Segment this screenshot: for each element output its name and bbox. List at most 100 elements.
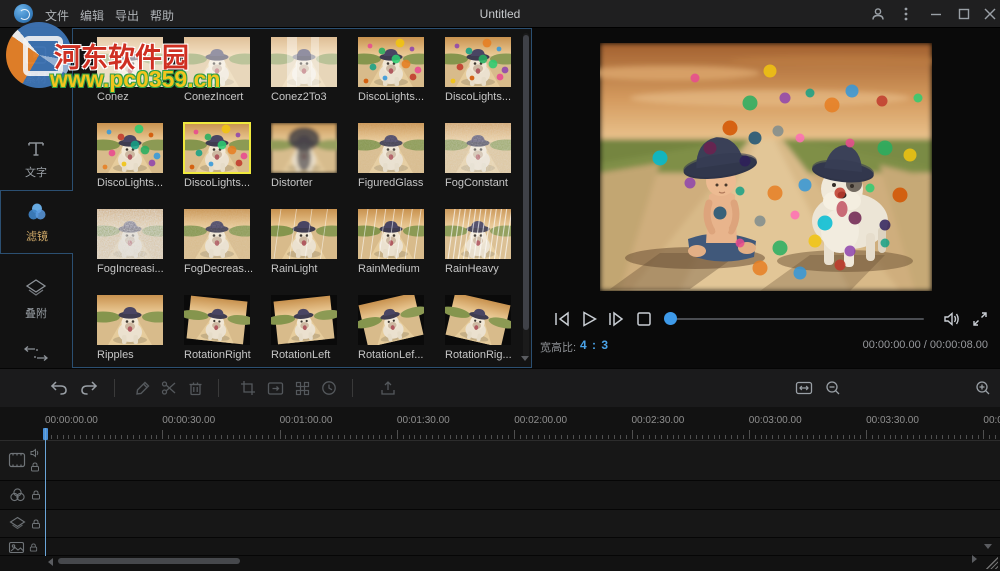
filter-label: DiscoLights... [358, 91, 445, 103]
sidebar: 素材 文字 滤镜 叠附 转场 [0, 28, 72, 368]
previous-frame-button[interactable] [550, 307, 574, 331]
sidebar-item-label: 素材 [25, 70, 47, 86]
scroll-right-icon[interactable] [972, 555, 977, 563]
seek-slider[interactable] [666, 318, 924, 320]
ruler-label: 00:01:30.00 [397, 415, 450, 426]
zoom-in-icon[interactable] [972, 377, 994, 399]
filter-item-discolights[interactable]: DiscoLights... [184, 123, 271, 190]
filter-item-conezincert[interactable]: ConezIncert [184, 37, 271, 104]
track-lock-icon[interactable] [29, 543, 38, 552]
filter-thumbnail[interactable] [271, 209, 337, 259]
filter-thumbnail[interactable] [97, 37, 163, 87]
track-lock-icon[interactable] [31, 519, 41, 529]
track-mute-icon[interactable] [30, 448, 40, 458]
edit-clip-button[interactable] [132, 377, 154, 399]
sidebar-item-filter[interactable]: 滤镜 [0, 190, 73, 254]
scroll-down-icon[interactable] [984, 544, 992, 549]
fit-timeline-button[interactable] [793, 377, 815, 399]
filter-thumbnail[interactable] [184, 37, 250, 87]
filter-thumbnail[interactable] [358, 123, 424, 173]
fullscreen-icon[interactable] [968, 307, 992, 331]
track-video-header [0, 441, 48, 480]
track-lock-icon[interactable] [31, 490, 41, 500]
filter-item-distorter[interactable]: Distorter [271, 123, 358, 190]
filter-thumbnail[interactable] [184, 209, 250, 259]
crop-button[interactable] [237, 377, 259, 399]
zoom-region-button[interactable] [264, 377, 286, 399]
track-lock-icon[interactable] [30, 462, 40, 472]
export-button[interactable] [377, 377, 399, 399]
filter-item-ripples[interactable]: Ripples [97, 295, 184, 362]
filter-thumbnail[interactable] [97, 295, 163, 345]
filter-item-discolights[interactable]: DiscoLights... [358, 37, 445, 104]
filter-item-rainmedium[interactable]: RainMedium [358, 209, 445, 276]
filter-item-rotationleft[interactable]: RotationLeft [271, 295, 358, 362]
horizontal-scrollbar-thumb[interactable] [58, 558, 240, 564]
playhead-line[interactable] [45, 428, 46, 556]
stop-button[interactable] [632, 307, 656, 331]
resize-grip[interactable] [986, 557, 998, 569]
filter-thumbnail[interactable] [184, 123, 250, 173]
filter-item-discolights[interactable]: DiscoLights... [97, 123, 184, 190]
filter-thumbnail[interactable] [97, 123, 163, 173]
filter-scrollbar-thumb[interactable] [523, 35, 529, 330]
filter-thumbnail[interactable] [358, 209, 424, 259]
zoom-out-icon[interactable] [822, 377, 844, 399]
filter-item-fogdecreas[interactable]: FogDecreas... [184, 209, 271, 276]
redo-button[interactable] [78, 377, 100, 399]
sidebar-item-label: 滤镜 [26, 228, 48, 244]
undo-button[interactable] [48, 377, 70, 399]
ruler-label: 00:01:00.00 [280, 415, 333, 426]
filter-thumbnail[interactable] [445, 123, 511, 173]
close-button[interactable] [976, 0, 1000, 27]
filter-item-rotationright[interactable]: RotationRight [184, 295, 271, 362]
scroll-left-icon[interactable] [48, 558, 53, 566]
filter-thumbnail[interactable] [271, 295, 337, 345]
filter-item-rotationrig[interactable]: RotationRig... [445, 295, 521, 362]
filter-item-rotationlef[interactable]: RotationLef... [358, 295, 445, 362]
filter-item-rainheavy[interactable]: RainHeavy [445, 209, 521, 276]
filter-thumbnail[interactable] [358, 37, 424, 87]
filter-thumbnail[interactable] [271, 123, 337, 173]
track-video[interactable] [0, 441, 1000, 481]
filter-item-rainlight[interactable]: RainLight [271, 209, 358, 276]
next-frame-button[interactable] [604, 307, 628, 331]
track-filter[interactable] [0, 481, 1000, 510]
filter-item-figuredglass[interactable]: FiguredGlass [358, 123, 445, 190]
mosaic-button[interactable] [291, 377, 313, 399]
track-overlay[interactable] [0, 510, 1000, 538]
filter-label: RainLight [271, 263, 358, 275]
volume-icon[interactable] [940, 307, 964, 331]
sidebar-item-media[interactable]: 素材 [0, 34, 72, 96]
ruler-label: 00:00:30.00 [162, 415, 215, 426]
play-button[interactable] [577, 307, 601, 331]
filter-item-fogconstant[interactable]: FogConstant [445, 123, 521, 190]
filter-item-conez2to3[interactable]: Conez2To3 [271, 37, 358, 104]
track-image[interactable] [0, 538, 1000, 556]
account-icon[interactable] [864, 0, 892, 27]
filter-thumbnail[interactable] [271, 37, 337, 87]
ruler-label: 00:03:00.00 [749, 415, 802, 426]
filter-thumbnail[interactable] [445, 209, 511, 259]
duration-button[interactable] [318, 377, 340, 399]
filter-scroll-down-icon[interactable] [521, 356, 529, 361]
filter-item-discolights[interactable]: DiscoLights... [445, 37, 521, 104]
seek-slider-thumb[interactable] [664, 312, 677, 325]
filter-thumbnail[interactable] [445, 295, 511, 345]
maximize-button[interactable] [950, 0, 978, 27]
filter-item-conez[interactable]: Conez [97, 37, 184, 104]
delete-button[interactable] [184, 377, 206, 399]
filter-label: DiscoLights... [97, 177, 184, 189]
filter-thumbnail[interactable] [184, 295, 250, 345]
aspect-ratio-value[interactable]: 4 : 3 [580, 338, 609, 352]
minimize-button[interactable] [922, 0, 950, 27]
more-menu-icon[interactable] [892, 0, 920, 27]
sidebar-item-text[interactable]: 文字 [0, 128, 72, 190]
sidebar-item-overlay[interactable]: 叠附 [0, 268, 72, 330]
filter-thumbnail[interactable] [358, 295, 424, 345]
filter-item-fogincreasi[interactable]: FogIncreasi... [97, 209, 184, 276]
filter-thumbnail[interactable] [97, 209, 163, 259]
track-image-header [0, 538, 48, 555]
filter-thumbnail[interactable] [445, 37, 511, 87]
split-button[interactable] [158, 377, 180, 399]
